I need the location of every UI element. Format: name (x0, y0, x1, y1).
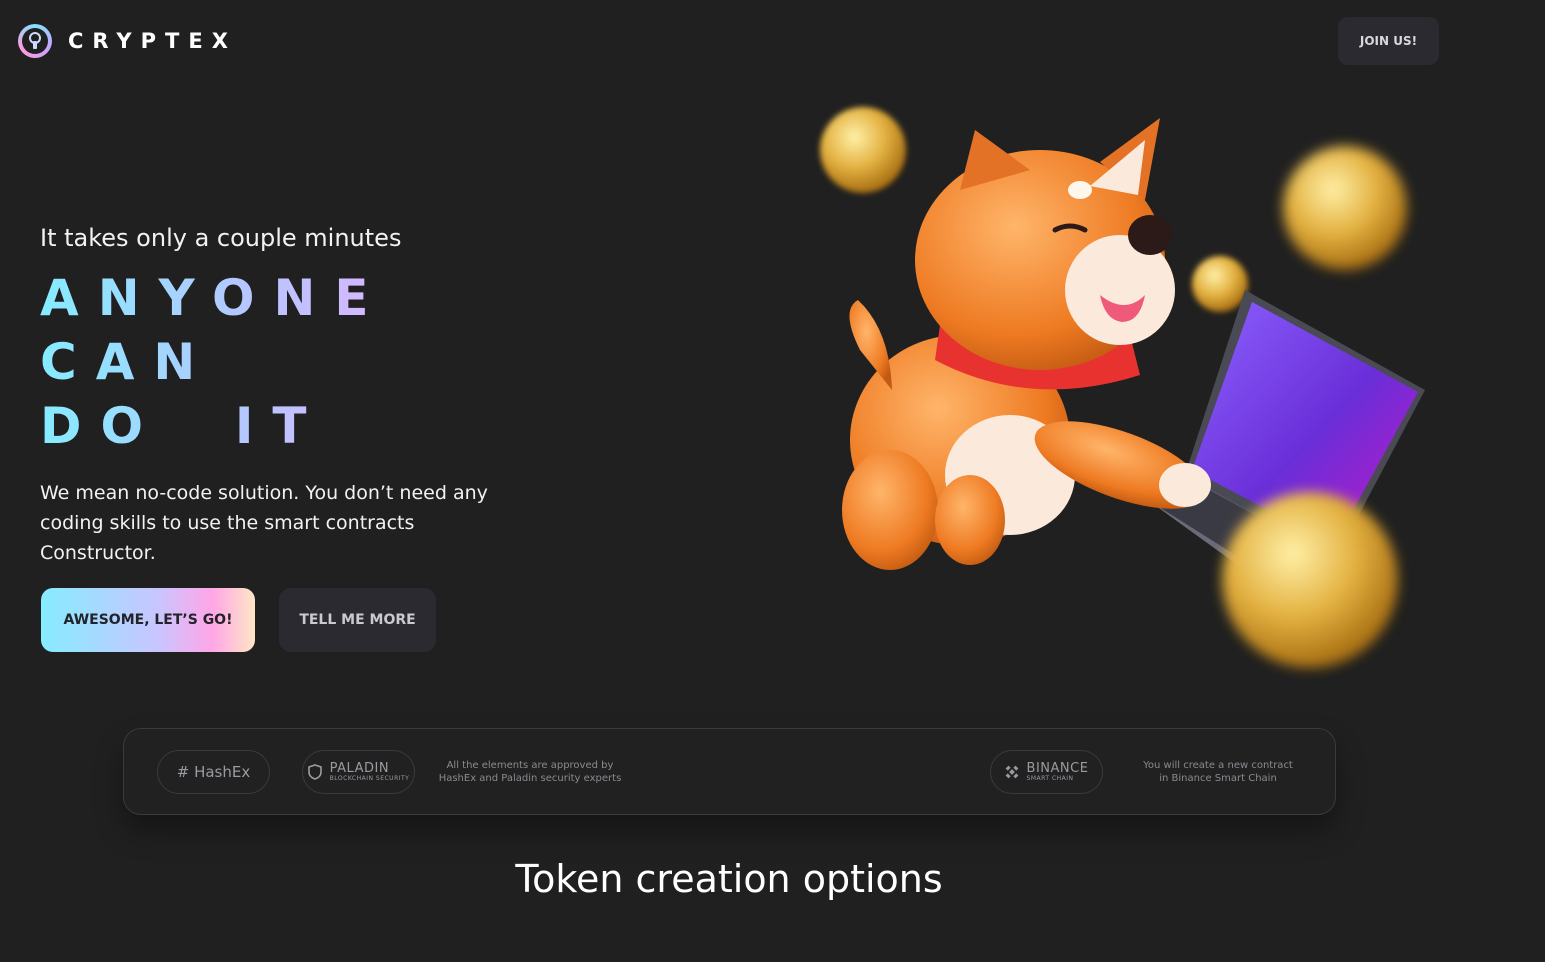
binance-sublabel: SMART CHAIN (1026, 774, 1074, 782)
chain-note: You will create a new contract in Binanc… (1143, 760, 1293, 784)
hero-description: We mean no-code solution. You don’t need… (40, 482, 488, 564)
brand-name: CRYPTEX (68, 29, 237, 53)
shiba-dog-icon (842, 118, 1211, 570)
binance-badge[interactable]: BINANCE SMART CHAIN (990, 750, 1103, 794)
coin-icon (1283, 146, 1407, 270)
hero-title-line-2: CAN (40, 330, 387, 394)
hero-illustration (820, 107, 1425, 668)
get-started-button[interactable]: AWESOME, LET’S GO! (41, 588, 255, 652)
binance-label: BINANCE (1026, 760, 1089, 776)
coin-icon (1222, 492, 1398, 668)
hashex-label: # HashEx (176, 763, 251, 781)
keyhole-icon (18, 24, 52, 58)
hero-title-line-3: DO IT (40, 394, 387, 458)
security-note: All the elements are approved by HashEx … (438, 760, 622, 784)
coin-icon (820, 107, 906, 193)
partners-bar: # HashEx PALADIN BLOCKCHAIN SECURITY All… (123, 728, 1336, 815)
hero-title: ANYONE CAN DO IT (40, 266, 387, 458)
binance-icon (1005, 765, 1018, 779)
shield-icon (307, 764, 322, 780)
hero-title-line-1: ANYONE (40, 266, 387, 330)
hashex-badge[interactable]: # HashEx (157, 750, 270, 794)
brand-logo[interactable]: CRYPTEX (18, 24, 237, 58)
tell-me-more-button[interactable]: TELL ME MORE (279, 588, 436, 652)
paladin-label: PALADIN (329, 760, 390, 776)
coin-icon (1192, 256, 1248, 312)
section-title: Token creation options (515, 857, 943, 901)
paladin-badge[interactable]: PALADIN BLOCKCHAIN SECURITY (302, 750, 415, 794)
hero-subtitle: It takes only a couple minutes (40, 224, 402, 252)
paladin-sublabel: BLOCKCHAIN SECURITY (329, 774, 410, 782)
join-us-button[interactable]: JOIN US! (1338, 17, 1439, 65)
